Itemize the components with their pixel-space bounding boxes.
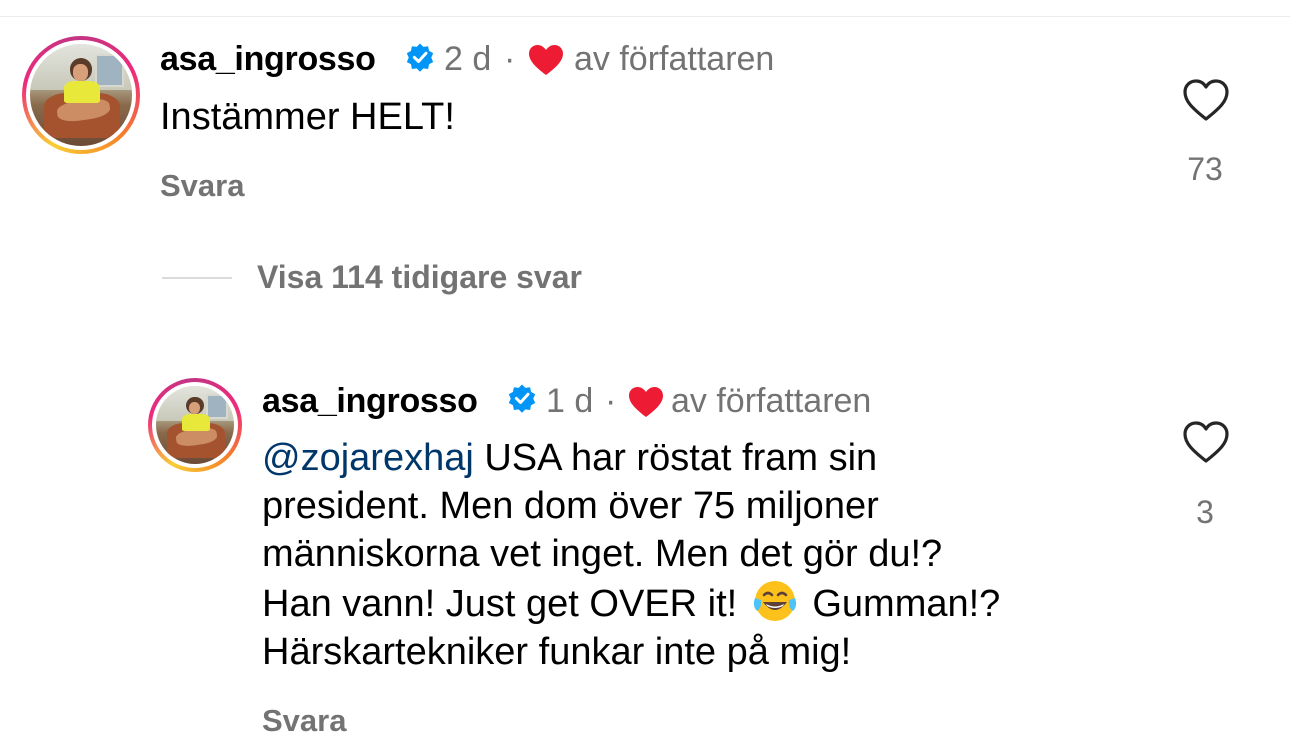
comment-line-4-text-a: Han vann! Just get OVER it! — [262, 583, 738, 625]
comment-line-4: Han vann! Just get OVER it! Gumman!? — [262, 578, 1142, 628]
verified-badge-icon — [508, 384, 536, 413]
comment-time: 2 d — [444, 40, 492, 78]
comment-time: 1 d — [546, 382, 594, 420]
heart-outline-icon[interactable] — [1182, 420, 1230, 464]
face-with-tears-of-joy-icon — [753, 581, 796, 621]
comment-text: Instämmer HELT! — [160, 96, 455, 138]
reply-button[interactable]: Svara — [262, 705, 346, 736]
reply-button[interactable]: Svara — [160, 170, 244, 201]
liked-by-author-label: av författaren — [574, 40, 775, 78]
top-divider — [0, 16, 1290, 17]
heart-outline-icon[interactable] — [1182, 78, 1230, 122]
red-heart-icon — [529, 45, 563, 75]
like-count: 73 — [1187, 151, 1223, 187]
comment-line-3: människorna vet inget. Men det gör du!? — [262, 533, 943, 575]
comment-line-4-text-b: Gumman!? — [801, 583, 1001, 625]
meta-separator: · — [504, 40, 516, 78]
liked-by-author-label: av författaren — [671, 382, 872, 420]
comment-line-1-text: USA har röstat fram sin — [473, 437, 878, 479]
comment-line-5: Härskartekniker funkar inte på mig! — [262, 631, 852, 673]
comment-username[interactable]: asa_ingrosso — [262, 384, 478, 418]
verified-badge-icon — [406, 43, 434, 72]
like-count: 3 — [1196, 494, 1214, 530]
comment-line-2: president. Men dom över 75 miljoner — [262, 485, 879, 527]
comment-text: @zojarexhaj USA har röstat fram sin pres… — [262, 434, 1142, 676]
mention-link[interactable]: @zojarexhaj — [262, 437, 474, 479]
comment-username[interactable]: asa_ingrosso — [160, 42, 376, 76]
meta-separator: · — [605, 382, 617, 420]
view-previous-replies-button[interactable]: Visa 114 tidigare svar — [257, 261, 582, 293]
red-heart-icon — [629, 387, 663, 417]
comment-line-1: @zojarexhaj USA har röstat fram sin — [262, 434, 1142, 482]
avatar[interactable] — [148, 378, 242, 472]
avatar[interactable] — [22, 36, 140, 154]
replies-thread-line — [162, 277, 232, 279]
comments-page: asa_ingrosso 2 d · av författaren Instäm… — [0, 0, 1290, 755]
